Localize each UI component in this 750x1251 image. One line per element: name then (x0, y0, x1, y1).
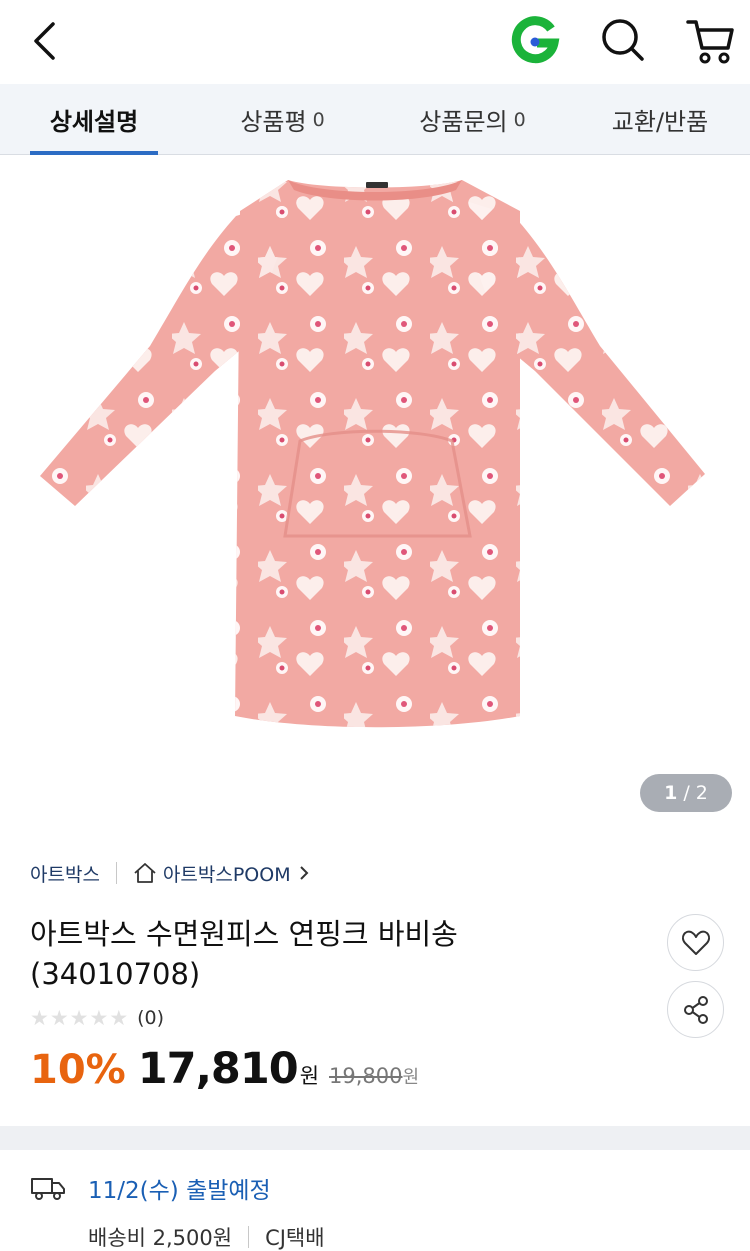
discount-rate: 10% (30, 1047, 126, 1093)
star-icon: ★ (89, 1006, 109, 1030)
cart-icon (686, 20, 734, 64)
share-icon (683, 995, 708, 1024)
top-header (0, 0, 750, 84)
shipping-carrier: CJ택배 (265, 1226, 325, 1250)
review-count: (0) (137, 1007, 165, 1029)
back-icon (34, 22, 55, 60)
tab-count: 0 (513, 108, 526, 131)
fee-divider (248, 1226, 250, 1248)
star-icon: ★ (30, 1006, 49, 1030)
store-link[interactable]: 아트박스POOM (133, 860, 315, 887)
brand-divider (115, 862, 117, 884)
search-icon (602, 19, 644, 61)
star-icon: ★ (49, 1006, 69, 1030)
section-divider (0, 1126, 750, 1150)
rating-row[interactable]: ★ ★ ★ ★ ★ (0) (30, 1004, 164, 1032)
star-icon: ★ (69, 1006, 89, 1030)
detail-tabs: 상세설명 상품평 0 상품문의 0 교환/반품 (0, 84, 750, 155)
home-icon (134, 863, 156, 883)
original-price: 19,800 (329, 1064, 403, 1088)
tab-label: 상세설명 (49, 108, 139, 136)
product-title: 아트박스 수면원피스 연핑크 바비송 (34010708) (30, 917, 458, 991)
image-page-counter: 1 / 2 (640, 774, 732, 812)
original-price-currency: 원 (402, 1067, 420, 1088)
tab-label: 상품평 (240, 108, 307, 136)
star-icon: ★ (109, 1006, 129, 1030)
tab-description[interactable]: 상세설명 (30, 84, 158, 155)
cart-button[interactable] (684, 14, 738, 66)
total-pages: 2 (695, 782, 708, 804)
product-photo (40, 180, 705, 728)
truck-icon (31, 1178, 65, 1200)
tab-exchange-return[interactable]: 교환/반품 (590, 84, 730, 155)
share-button[interactable] (667, 981, 724, 1038)
tab-count: 0 (312, 108, 325, 131)
brand-link[interactable]: 아트박스 (30, 860, 100, 887)
tab-qna[interactable]: 상품문의 0 (405, 84, 540, 155)
page-separator: / (683, 782, 690, 804)
tab-label: 상품문의 (419, 108, 508, 136)
current-page: 1 (664, 782, 678, 804)
gmarket-g-logo[interactable] (510, 16, 560, 66)
shipping-fee: 배송비 2,500원 (88, 1226, 233, 1250)
tab-reviews[interactable]: 상품평 0 (215, 84, 350, 155)
shipping-fee-row: 배송비 2,500원 CJ택배 (88, 1222, 325, 1251)
search-button[interactable] (598, 14, 648, 66)
chevron-right-icon (299, 866, 309, 880)
back-button[interactable] (22, 16, 66, 66)
price-currency: 원 (299, 1064, 320, 1088)
active-tab-indicator (30, 151, 158, 155)
brand-row: 아트박스 아트박스POOM (30, 858, 315, 888)
sale-price: 17,810 (137, 1044, 299, 1094)
shipping-date: 11/2(수) 출발예정 (88, 1178, 271, 1204)
price-row: 10% 17,810 원 19,800 원 (30, 1044, 419, 1100)
shipping-row: 11/2(수) 출발예정 (30, 1170, 271, 1206)
tab-label: 교환/반품 (611, 108, 709, 136)
heart-icon (681, 930, 710, 955)
product-image[interactable] (0, 156, 750, 826)
store-name: 아트박스POOM (162, 863, 291, 886)
wishlist-button[interactable] (667, 914, 724, 971)
